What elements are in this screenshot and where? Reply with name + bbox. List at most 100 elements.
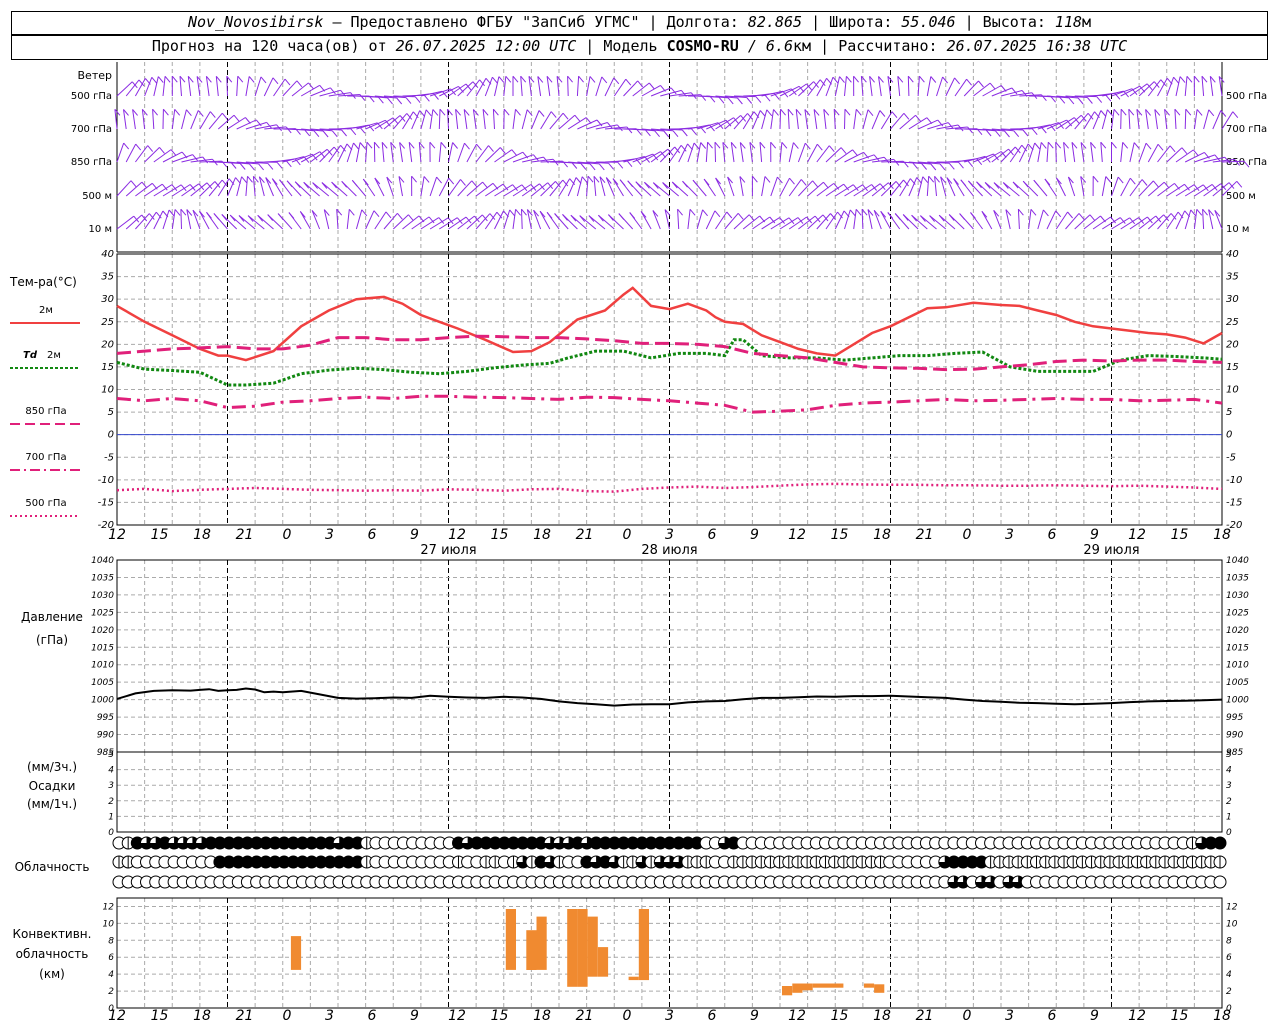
conv-cloud-bar: [782, 986, 793, 996]
wind-barb-flag: [147, 145, 154, 152]
wind-barb-shaft: [374, 211, 387, 230]
wind-barb-flag: [546, 211, 553, 219]
wind-barb-shaft: [181, 109, 187, 130]
legend-t2m-label: 2м: [39, 305, 53, 316]
wind-barb-shaft: [226, 76, 228, 97]
wind-barb-flag: [448, 177, 455, 185]
wind-barb-flag: [258, 163, 264, 171]
wind-barb-flag: [331, 130, 338, 138]
wind-barb-shaft: [862, 183, 881, 197]
wind-barb-flag: [432, 109, 439, 116]
y-tick-label-right: 25: [1226, 317, 1239, 328]
temperature-panel: -20 -20-15 -15-10 -10-5 -50 05 510 1015 1520 2025…: [9, 249, 1242, 558]
x-tick-label: 21: [576, 1008, 594, 1024]
y-tick-label-left: 1025: [91, 608, 114, 618]
wind-barb-shaft: [1214, 210, 1223, 230]
x-tick-label: 15: [1171, 1008, 1189, 1024]
wind-barb-flag: [341, 180, 348, 188]
wind-barb-shaft: [245, 76, 250, 97]
wind-barb-flag: [1077, 97, 1084, 105]
wind-barb-flag: [626, 160, 633, 168]
x-tick-label: 21: [236, 527, 254, 543]
wind-barb-flag: [681, 129, 688, 137]
wind-barb-flag: [919, 75, 925, 83]
wind-barb-flag: [1173, 76, 1179, 84]
wind-barb-flag: [954, 77, 960, 85]
wind-barb-shaft: [355, 209, 363, 230]
wind-barb-shaft: [576, 76, 580, 97]
wind-barb-flag: [626, 126, 633, 134]
wind-barb-flag: [512, 75, 519, 83]
wind-barb-flag: [168, 209, 175, 217]
wind-barb-flag: [206, 211, 212, 219]
wind-barb-flag: [691, 128, 697, 136]
wind-barb-shaft: [779, 177, 790, 197]
y-tick-label-right: 40: [1226, 249, 1239, 260]
wind-barb-flag: [978, 80, 984, 88]
wind-barb-shaft: [759, 142, 763, 163]
wind-barb-flag: [267, 214, 274, 221]
y-tick-label-right: 30: [1226, 294, 1239, 305]
wind-barb-shaft: [779, 142, 783, 163]
wind-barb-flag: [1153, 180, 1159, 188]
wind-barb-shaft: [116, 81, 133, 97]
wind-barb-shaft: [1002, 182, 1020, 197]
wind-barb-shaft: [926, 76, 932, 97]
wind-barb-shaft: [420, 217, 440, 230]
wind-barb-flag: [828, 145, 835, 153]
wind-barb-shaft: [652, 210, 661, 230]
y-tick-label-right: 8: [1226, 936, 1232, 946]
wind-barb-flag: [816, 143, 823, 151]
wind-barb-shaft: [418, 142, 422, 163]
y-tick-label-right: 995: [1226, 713, 1243, 723]
wind-level-label-right: 850 гПа: [1226, 157, 1267, 168]
wind-barb-shaft: [1138, 143, 1147, 163]
wind-barb-shaft: [770, 176, 778, 197]
y-tick-label-left: 1020: [91, 626, 114, 636]
wind-barb-flag: [1181, 147, 1188, 155]
wind-barb-shaft: [386, 176, 394, 197]
wind-barb-shaft: [567, 117, 587, 130]
wind-barb-flag: [840, 147, 847, 154]
wind-barb-shaft: [1184, 184, 1204, 197]
x-tick-label: 9: [750, 1008, 759, 1024]
wind-barb-flag: [903, 112, 910, 120]
wind-barb-shaft: [312, 182, 330, 197]
wind-barb-flag: [397, 212, 403, 220]
wind-barb-flag: [498, 76, 505, 83]
wind-barb-flag: [748, 214, 755, 222]
wind-barb-shaft: [1055, 211, 1069, 230]
wind-barb-shaft: [797, 143, 806, 163]
wind-barb-flag: [948, 162, 955, 170]
wind-barb-flag: [635, 181, 642, 189]
day-label: 29 июля: [1083, 543, 1139, 558]
y-tick-label-left: -15: [98, 497, 114, 508]
wind-barb-flag: [752, 175, 758, 183]
wind-barb-flag: [348, 208, 355, 216]
wind-barb-shaft: [303, 181, 320, 197]
wind-barb-shaft: [798, 215, 816, 230]
wind-barb-shaft: [533, 210, 542, 230]
wind-barb-shaft: [644, 181, 661, 197]
y-tick-label-right: 1015: [1226, 643, 1249, 653]
wind-level-label-left: 700 гПа: [71, 124, 112, 135]
y-tick-label-left: 10: [101, 385, 114, 396]
wind-barb-shaft: [727, 176, 735, 197]
wind-barb-shaft: [512, 184, 532, 197]
y-tick-label-right: 1010: [1226, 661, 1249, 671]
wind-barb-flag: [429, 141, 436, 149]
wind-barb-flag: [601, 76, 608, 84]
wind-barb-flag: [812, 180, 818, 188]
wind-barb-flag: [718, 96, 725, 104]
wind-barb-shaft: [116, 142, 125, 163]
wind-barb-flag: [296, 80, 303, 88]
wind-barb-flag: [839, 76, 845, 83]
x-tick-label: 3: [325, 1008, 334, 1024]
wind-barb-shaft: [1202, 209, 1205, 230]
wind-barb-shaft: [190, 110, 199, 130]
x-tick-label: 3: [665, 527, 674, 543]
wind-barb-shaft: [816, 145, 830, 163]
wind-barb-flag: [303, 181, 310, 189]
wind-barb-shaft: [788, 216, 807, 230]
y-tick-label-left: 1035: [91, 573, 114, 583]
